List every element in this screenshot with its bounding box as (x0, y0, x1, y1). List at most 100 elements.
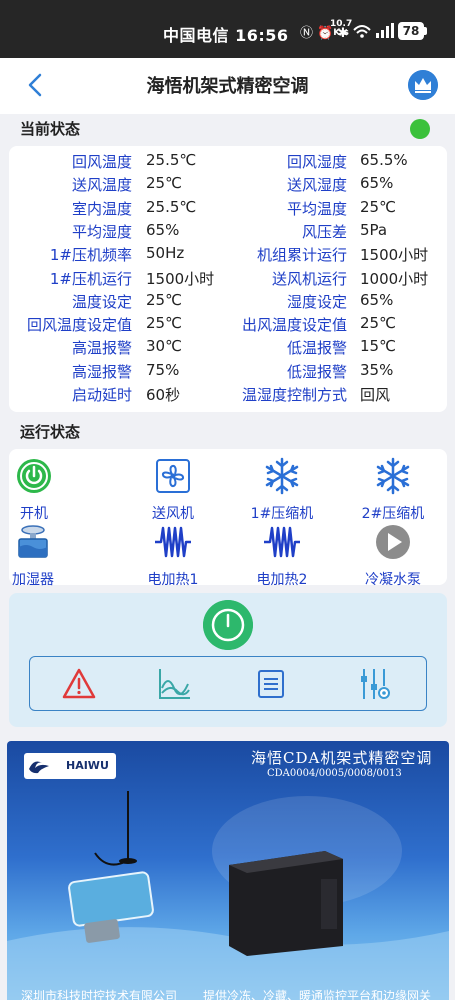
op-label: 2#压缩机 (361, 506, 425, 522)
status-value: 50Hz (146, 244, 185, 263)
status-row: 回风温度 25.5℃ 回风湿度 65.5% (9, 151, 447, 174)
status-row: 回风温度设定值 25℃ 出风温度设定值 25℃ (9, 314, 447, 337)
status-label: 平均温度 (286, 199, 347, 218)
humidifier-icon (18, 525, 48, 558)
status-row: 1#压机频率 50Hz 机组累计运行 1500小时 (9, 244, 447, 267)
status-value: 25℃ (360, 197, 396, 216)
status-label: 高温报警 (71, 339, 132, 358)
status-value: 25℃ (146, 314, 182, 333)
status-value: 60秒 (146, 386, 181, 404)
op-item-heater-2: 电加热2 (227, 522, 337, 589)
op-label: 电加热2 (256, 572, 308, 588)
status-row: 室内温度 25.5℃ 平均温度 25℃ (9, 198, 447, 221)
status-label: 出风温度设定值 (241, 316, 347, 335)
status-label: 低温报警 (286, 339, 347, 358)
operation-status-label: 运行状态 (20, 423, 81, 441)
operation-status-card: 开机 送风机 1#压缩机 2#压缩机 加湿器 电加热1 电加热2 冷凝水泵 (9, 449, 448, 588)
page-title: 海悟机架式精密空调 (146, 76, 309, 97)
op-item-humidifier: 加湿器 (0, 522, 88, 589)
status-value: 65.5% (360, 151, 408, 169)
status-value: 65% (146, 220, 180, 239)
status-indicator (410, 119, 430, 139)
op-item-power: 开机 (0, 456, 89, 523)
current-status-card: 回风温度 25.5℃ 回风湿度 65.5% 送风温度 25℃ 送风湿度 65% 室内温度 25.5… (9, 146, 447, 412)
warning-icon[interactable] (61, 666, 97, 702)
status-label: 低湿报警 (286, 362, 347, 381)
op-label: 加湿器 (12, 572, 54, 588)
status-label: 平均湿度 (71, 222, 132, 241)
op-label: 送风机 (152, 506, 194, 522)
op-label: 开机 (20, 506, 48, 522)
status-row: 1#压机运行 1500小时 送风机运行 1000小时 (9, 268, 447, 291)
signal-icon (353, 23, 394, 38)
banner-footer-company: 深圳市科技时控技术有限公司 (21, 989, 178, 1000)
status-value: 65% (360, 174, 394, 193)
crown-icon[interactable] (408, 70, 438, 100)
status-label: 启动延时 (71, 386, 132, 404)
heater-icon (155, 526, 191, 558)
status-label: 室内温度 (71, 199, 132, 218)
status-value: 30℃ (146, 337, 182, 356)
status-label: 回风温度设定值 (26, 316, 132, 335)
status-row: 高温报警 30℃ 低温报警 15℃ (9, 337, 447, 360)
status-row: 启动延时 60秒 温湿度控制方式 回风 (9, 384, 447, 407)
settings-sliders-icon[interactable] (356, 666, 392, 702)
status-label: 回风温度 (71, 153, 132, 171)
status-value: 25.5℃ (146, 197, 197, 216)
status-row: 平均湿度 65% 风压差 5Pa (9, 221, 447, 244)
status-label: 湿度设定 (286, 292, 347, 311)
title-bar: 海悟机架式精密空调 (0, 58, 455, 114)
op-item-pump: 冷凝水泵 (338, 522, 448, 589)
power-on-icon (17, 459, 51, 493)
status-value: 1500小时 (360, 246, 429, 265)
battery-tip (424, 27, 427, 35)
status-value: 1500小时 (146, 269, 215, 288)
status-row: 高湿报警 75% 低湿报警 35% (9, 361, 447, 384)
pump-icon (376, 525, 410, 559)
status-value: 35% (360, 360, 394, 379)
status-row: 温度设定 25℃ 湿度设定 65% (9, 291, 447, 314)
status-label: 送风机运行 (271, 269, 347, 288)
status-value: 1000小时 (360, 269, 429, 288)
status-label: 1#压机频率 (49, 246, 132, 265)
list-icon[interactable] (253, 666, 289, 702)
banner-footer-service: 提供冷冻、冷藏、暖通监控平台和边缘网关 (203, 989, 432, 1000)
status-label: 回风湿度 (286, 153, 347, 171)
status-value: 25℃ (146, 290, 182, 309)
status-value: 回风 (360, 386, 391, 404)
status-bar: 中国电信 16:56 Ⓝ ⏰ ✱ 10.7 K/s 78 (0, 0, 455, 58)
status-label: 1#压机运行 (49, 269, 132, 288)
status-value: 65% (360, 290, 394, 309)
op-label: 1#压缩机 (250, 506, 314, 522)
banner-artwork (7, 791, 449, 1000)
status-value: 75% (146, 360, 180, 379)
snowflake-icon (376, 457, 410, 495)
status-label: 高湿报警 (71, 362, 132, 381)
status-label: 送风湿度 (286, 176, 347, 195)
net-speed: 10.7 K/s (330, 19, 353, 38)
product-banner[interactable]: HAIWU 海悟CDA机架式精密空调 CDA0004/0005/0008/001… (7, 741, 449, 1000)
snowflake-icon (265, 457, 299, 495)
status-label: 送风温度 (71, 176, 132, 195)
status-label: 温湿度控制方式 (241, 386, 347, 404)
chart-icon[interactable] (157, 666, 193, 702)
power-icon[interactable] (203, 600, 253, 650)
status-label: 温度设定 (71, 292, 132, 311)
status-label: 风压差 (301, 222, 347, 241)
op-item-compressor-1: 1#压缩机 (227, 456, 337, 523)
status-value: 15℃ (360, 337, 396, 356)
carrier-time: 中国电信 16:56 (163, 26, 289, 45)
current-status-label: 当前状态 (20, 120, 81, 138)
status-value: 5Pa (360, 220, 388, 239)
fan-icon (156, 459, 190, 493)
status-row: 送风温度 25℃ 送风湿度 65% (9, 174, 447, 197)
status-value: 25℃ (360, 314, 396, 333)
heater-icon (264, 526, 300, 558)
status-value: 25.5℃ (146, 151, 197, 169)
op-label: 冷凝水泵 (365, 572, 421, 588)
status-value: 25℃ (146, 174, 182, 193)
op-item-compressor-2: 2#压缩机 (338, 456, 448, 523)
status-label: 机组累计运行 (256, 246, 347, 265)
battery-icon: 78 (398, 22, 424, 40)
op-label: 电加热1 (147, 572, 199, 588)
